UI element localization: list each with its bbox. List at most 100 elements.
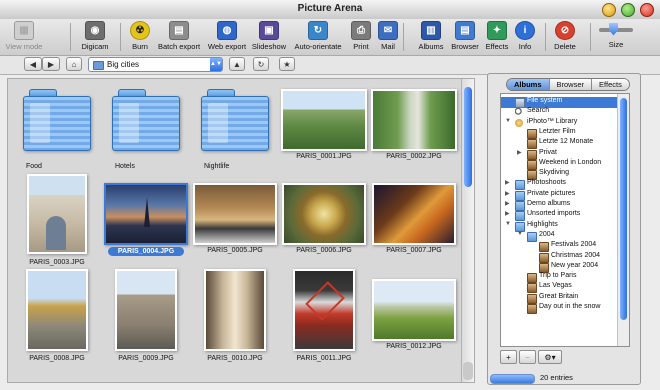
scrollbar-thumb[interactable]: [620, 98, 627, 320]
photo-item[interactable]: PARIS_0006.JPG: [281, 177, 367, 271]
folder-icon: [93, 61, 104, 70]
photo-item[interactable]: PARIS_0012.JPG: [371, 273, 457, 367]
toolbar-separator: [590, 23, 591, 51]
disclosure-closed-icon[interactable]: ▶: [505, 190, 510, 197]
folder-item[interactable]: Nightlife: [192, 83, 278, 177]
photo-item[interactable]: PARIS_0011.JPG: [281, 269, 367, 367]
tab-albums[interactable]: Albums: [507, 79, 550, 90]
tree-item-label: Unsorted imports: [527, 210, 581, 218]
printer-icon: ⎙: [351, 21, 371, 40]
photo-item[interactable]: PARIS_0009.JPG: [103, 269, 189, 367]
browser-scrollbar[interactable]: [461, 79, 474, 382]
chevron-down-icon: ▲▼: [210, 58, 222, 71]
toolbar-effects-button[interactable]: ✦ Effects: [484, 21, 510, 51]
item-label: PARIS_0002.JPG: [386, 153, 442, 160]
title-bar[interactable]: Picture Arena: [0, 0, 660, 20]
tree-item[interactable]: Day out in the snow: [501, 303, 617, 314]
up-button[interactable]: ▲: [229, 57, 245, 71]
toolbar-browser-button[interactable]: ▤ Browser: [450, 21, 480, 51]
browser-icon: ▤: [455, 21, 475, 40]
thumbnail-frame: [371, 273, 457, 347]
photo-item[interactable]: PARIS_0003.JPG: [14, 174, 100, 271]
toolbar-slideshow-button[interactable]: ▣ Slideshow: [251, 21, 287, 51]
toolbar-label: Slideshow: [251, 42, 287, 51]
thumbnail-frame: [14, 269, 100, 351]
delete-icon: ⊘: [555, 21, 575, 40]
photo-item[interactable]: PARIS_0001.JPG: [281, 83, 367, 177]
path-selector[interactable]: Big cities ▲▼: [88, 57, 223, 72]
tree-item-label: Photoshoots: [527, 179, 566, 187]
toolbar-batch-export-button[interactable]: ▤ Batch export: [155, 21, 203, 51]
thumbnail-frame: [371, 177, 457, 251]
toolbar-view-mode-button[interactable]: ▦ View mode: [3, 21, 45, 51]
thumbnail-frame: [14, 174, 100, 254]
home-button[interactable]: ⌂: [66, 57, 82, 71]
tab-browser[interactable]: Browser: [549, 79, 593, 90]
photo-item[interactable]: PARIS_0002.JPG: [371, 83, 457, 177]
disclosure-open-icon[interactable]: ▼: [505, 221, 511, 227]
favorite-button[interactable]: ★: [279, 57, 295, 71]
toolbar-mail-button[interactable]: ✉ Mail: [377, 21, 399, 51]
tree-item-label: File system: [527, 97, 563, 104]
forward-button[interactable]: ▶: [42, 57, 60, 71]
disclosure-closed-icon[interactable]: ▶: [505, 210, 510, 217]
minimize-button[interactable]: [602, 3, 616, 17]
photo-thumbnail: [371, 89, 457, 151]
toolbar-burn-button[interactable]: ☢ Burn: [128, 21, 152, 51]
item-label: PARIS_0003.JPG: [29, 259, 85, 266]
photo-item[interactable]: PARIS_0005.JPG: [192, 177, 278, 271]
disclosure-closed-icon[interactable]: ▶: [505, 200, 510, 207]
toolbar-label: Browser: [451, 42, 479, 51]
item-label: PARIS_0010.JPG: [207, 355, 263, 362]
tree-item-label: Great Britain: [539, 292, 579, 300]
toolbar-info-button[interactable]: i Info: [515, 21, 535, 51]
toolbar-delete-button[interactable]: ⊘ Delete: [552, 21, 578, 51]
back-button[interactable]: ◀: [24, 57, 42, 71]
disclosure-open-icon[interactable]: ▼: [517, 231, 523, 237]
tab-effects[interactable]: Effects: [592, 79, 629, 90]
tree-actions: + − ⚙▾: [500, 350, 562, 364]
camera-icon: ◉: [85, 21, 105, 40]
toolbar-print-button[interactable]: ⎙ Print: [350, 21, 372, 51]
add-album-button[interactable]: +: [500, 350, 517, 364]
action-menu-button[interactable]: ⚙▾: [538, 350, 562, 364]
photo-item[interactable]: PARIS_0007.JPG: [371, 177, 457, 271]
tree-item-label: Demo albums: [527, 200, 571, 207]
photo-thumbnail: [27, 174, 87, 254]
info-icon: i: [515, 21, 535, 40]
drawer-tabs: Albums Browser Effects: [506, 78, 630, 91]
tree-item-label: Festivals 2004: [551, 241, 597, 249]
item-label: PARIS_0007.JPG: [386, 247, 442, 254]
thumbnail-frame: [103, 269, 189, 351]
photo-item[interactable]: PARIS_0010.JPG: [192, 269, 278, 367]
size-slider-icon: [599, 21, 633, 38]
folder-item[interactable]: Hotels: [103, 83, 189, 177]
toolbar-albums-button[interactable]: ▥ Albums: [416, 21, 446, 51]
toolbar-auto-orientate-button[interactable]: ↻ Auto-orientate: [290, 21, 346, 51]
photo-item[interactable]: PARIS_0008.JPG: [14, 269, 100, 367]
disclosure-closed-icon[interactable]: ▶: [505, 179, 510, 186]
item-label: PARIS_0008.JPG: [29, 355, 85, 362]
remove-album-button[interactable]: −: [519, 350, 536, 364]
disclosure-closed-icon[interactable]: ▶: [517, 149, 522, 156]
scrollbar-thumb[interactable]: [464, 87, 472, 187]
toolbar-web-export-button[interactable]: ◍ Web export: [205, 21, 249, 51]
close-button[interactable]: [640, 3, 654, 17]
zoom-button[interactable]: [621, 3, 635, 17]
refresh-button[interactable]: ↻: [253, 57, 269, 71]
disclosure-open-icon[interactable]: ▼: [505, 118, 511, 124]
folder-icon: [201, 89, 269, 151]
batch-export-icon: ▤: [169, 21, 189, 40]
albums-icon: ▥: [421, 21, 441, 40]
toolbar-size-button[interactable]: Size: [598, 21, 634, 49]
photo-item[interactable]: PARIS_0004.JPG: [103, 177, 189, 271]
folder-icon: [112, 89, 180, 151]
album-tree: File system Search ▼ iPhoto™ Library Letzter…: [500, 93, 630, 347]
tree-item-label: Private pictures: [527, 189, 576, 197]
toolbar-label: Effects: [485, 42, 509, 51]
tree-item-label: Trip to Paris: [539, 272, 577, 280]
folder-item[interactable]: Food: [14, 83, 100, 177]
tree-scrollbar[interactable]: [617, 94, 629, 346]
toolbar-digicam-button[interactable]: ◉ Digicam: [80, 21, 110, 51]
auto-orientate-icon: ↻: [308, 21, 328, 40]
